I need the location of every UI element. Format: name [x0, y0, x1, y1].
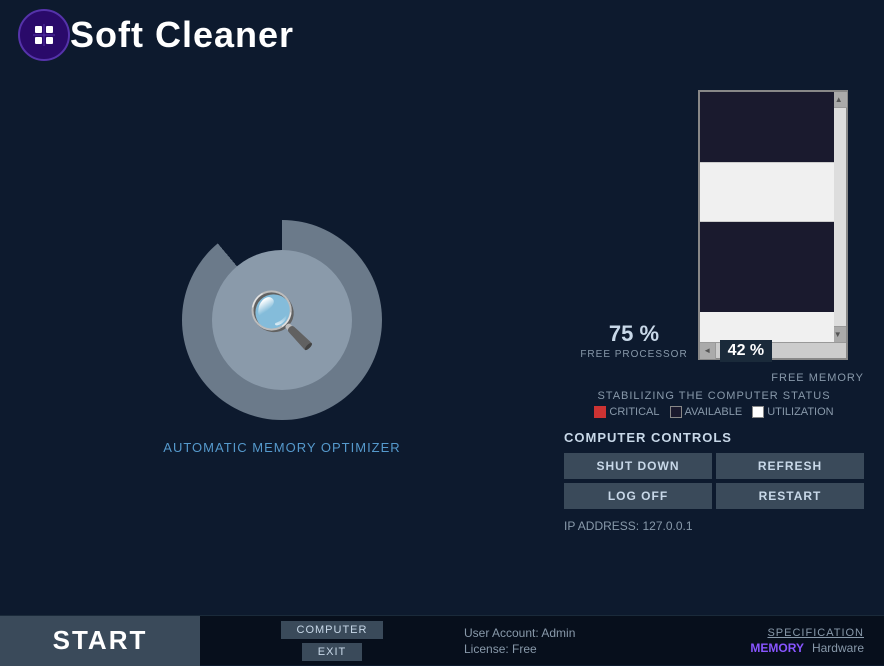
memory-block-2: [700, 162, 834, 222]
right-section: 75 % FREE PROCESSOR ▲ ▼: [544, 80, 864, 615]
main-content: 🔍 AUTOMATIC MEMORY OPTIMIZER 75 % FREE P…: [0, 70, 884, 615]
memory-value-badge: 42 %: [720, 340, 772, 362]
tab-memory[interactable]: MEMORY: [750, 641, 804, 655]
circle-outer: 🔍: [182, 220, 382, 420]
legend-available-label: AVAILABLE: [685, 406, 743, 418]
memory-bottom-bar: ◄ 42 %: [700, 342, 846, 358]
processor-label: FREE PROCESSOR: [580, 349, 687, 360]
shut-down-button[interactable]: SHUT DOWN: [564, 453, 712, 479]
ip-address: IP ADDRESS: 127.0.0.1: [564, 519, 864, 533]
computer-button[interactable]: COMPUTER: [281, 621, 384, 639]
processor-gauge: 75 % FREE PROCESSOR: [580, 321, 687, 360]
gauge-area: 75 % FREE PROCESSOR ▲ ▼: [564, 80, 864, 360]
license-info: License: Free: [464, 642, 704, 656]
app-logo: [18, 9, 70, 61]
refresh-button[interactable]: REFRESH: [716, 453, 864, 479]
legend-critical: CRITICAL: [594, 406, 659, 418]
log-off-button[interactable]: LOG OFF: [564, 483, 712, 509]
left-section: 🔍 AUTOMATIC MEMORY OPTIMIZER: [20, 80, 544, 615]
memory-block-3: [700, 222, 834, 312]
start-button[interactable]: START: [0, 616, 200, 666]
restart-button[interactable]: RESTART: [716, 483, 864, 509]
memory-content: [700, 92, 834, 358]
optimizer-label: AUTOMATIC MEMORY OPTIMIZER: [163, 440, 400, 455]
footer-tabs: MEMORY Hardware: [750, 641, 864, 655]
memory-widget: ▲ ▼ ◄ 42 %: [698, 90, 848, 360]
search-icon: 🔍: [248, 293, 316, 348]
legend-utilization-box: [752, 406, 764, 418]
processor-value: 75 %: [609, 321, 659, 347]
footer-far-right: SPECIFICATION MEMORY Hardware: [724, 627, 884, 655]
optimizer-circle: 🔍: [182, 220, 382, 420]
footer-center: COMPUTER EXIT: [200, 621, 464, 661]
header: Soft Cleaner: [0, 0, 884, 70]
memory-block-1: [700, 92, 834, 162]
legend-critical-box: [594, 406, 606, 418]
stabilizing-label: STABILIZING THE COMPUTER STATUS: [564, 390, 864, 402]
legend-utilization-label: UTILIZATION: [767, 406, 833, 418]
footer: START COMPUTER EXIT User Account: Admin …: [0, 615, 884, 665]
legend-utilization: UTILIZATION: [752, 406, 833, 418]
legend-available-box: [670, 406, 682, 418]
legend-available: AVAILABLE: [670, 406, 743, 418]
legend: CRITICAL AVAILABLE UTILIZATION: [564, 406, 864, 418]
memory-label: FREE MEMORY: [564, 372, 864, 384]
specification-link[interactable]: SPECIFICATION: [767, 627, 864, 639]
exit-button[interactable]: EXIT: [302, 643, 362, 661]
tab-hardware[interactable]: Hardware: [812, 641, 864, 655]
user-account: User Account: Admin: [464, 626, 704, 640]
app-title: Soft Cleaner: [70, 14, 294, 56]
scroll-left-button[interactable]: ◄: [700, 343, 716, 359]
controls-grid: SHUT DOWN REFRESH LOG OFF RESTART: [564, 453, 864, 509]
footer-right: User Account: Admin License: Free: [464, 626, 724, 656]
circle-inner: 🔍: [212, 250, 352, 390]
controls-label: COMPUTER CONTROLS: [564, 430, 864, 445]
legend-critical-label: CRITICAL: [609, 406, 659, 418]
